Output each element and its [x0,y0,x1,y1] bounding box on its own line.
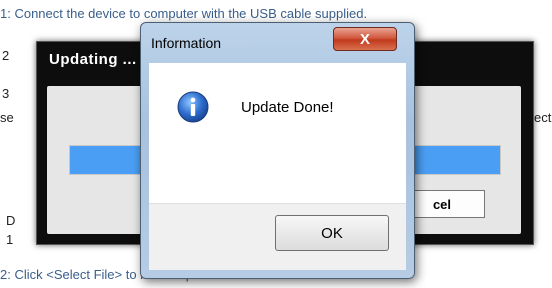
step-1-instruction: 1: Connect the device to computer with t… [0,6,368,21]
background-fragment: 2 [2,48,10,63]
updating-window-title: Updating ... [49,51,137,68]
background-fragment: se [0,110,14,125]
background-fragment: 1 [6,232,14,247]
background-fragment: ect [534,110,552,125]
dialog-title: Information [151,35,222,51]
dialog-body [149,63,406,203]
ok-button[interactable]: OK [275,215,389,251]
dialog-message: Update Done! [241,99,334,116]
background-fragment: 3 [2,86,10,101]
close-icon: X [359,30,370,48]
close-button[interactable]: X [333,27,397,51]
information-dialog: Information X Update Done! OK [140,22,415,279]
background-fragment: D [6,213,16,228]
info-icon [177,91,209,123]
screen: { "background": { "step1_text": "1: Conn… [0,0,552,288]
